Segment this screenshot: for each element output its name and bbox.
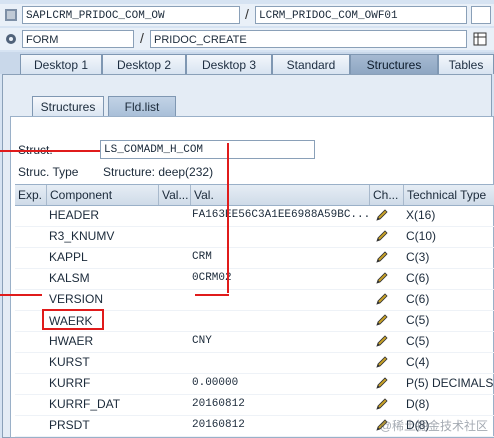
program-icon xyxy=(4,8,18,22)
struct-input[interactable]: LS_COMADM_H_COM xyxy=(100,140,315,159)
value-cell[interactable]: 20160812 xyxy=(192,415,368,436)
table-header: Exp. Component Val... Val. Ch... Technic… xyxy=(15,184,494,206)
table-row[interactable]: KALSM 0CRM02 C(6) xyxy=(15,268,494,290)
include-extra-field[interactable] xyxy=(471,6,491,24)
pencil-icon[interactable] xyxy=(375,376,389,390)
program-field[interactable]: SAPLCRM_PRIDOC_COM_OW xyxy=(22,6,240,24)
main-tabbar: Desktop 1 Desktop 2 Desktop 3 Standard S… xyxy=(0,52,494,74)
technical-type-cell: C(10) xyxy=(406,229,437,243)
component-cell[interactable]: KALSM xyxy=(49,268,157,289)
subtab-fld-list[interactable]: Fld.list xyxy=(108,96,176,116)
component-cell[interactable]: R3_KNUMV xyxy=(49,226,157,247)
pencil-icon[interactable] xyxy=(375,355,389,369)
subtab-structures[interactable]: Structures xyxy=(32,96,104,116)
tab-standard[interactable]: Standard xyxy=(272,54,350,74)
tab-desktop-1[interactable]: Desktop 1 xyxy=(20,54,102,74)
event-row: FORM / PRIDOC_CREATE xyxy=(0,28,494,50)
technical-type-cell: C(5) xyxy=(406,334,430,348)
pencil-icon[interactable] xyxy=(375,292,389,306)
struct-type-label: Struc. Type xyxy=(18,165,79,179)
table-row[interactable]: HEADER FA163EE56C3A1EE6988A59BC... X(16) xyxy=(15,205,494,227)
component-cell[interactable]: VERSION xyxy=(49,289,157,310)
component-cell[interactable]: HWAER xyxy=(49,331,157,352)
value-cell[interactable]: CRM xyxy=(192,247,368,268)
pencil-icon[interactable] xyxy=(375,397,389,411)
struct-type-value: Structure: deep(232) xyxy=(103,165,214,179)
pencil-icon[interactable] xyxy=(375,271,389,285)
gear-icon xyxy=(4,32,18,46)
event-type-field[interactable]: FORM xyxy=(22,30,134,48)
col-val[interactable]: Val. xyxy=(191,185,370,205)
value-cell[interactable]: 20160812 xyxy=(192,394,368,415)
technical-type-cell: D(8) xyxy=(406,397,430,411)
col-exp[interactable]: Exp. xyxy=(15,185,47,205)
table-row[interactable]: KAPPL CRM C(3) xyxy=(15,247,494,269)
table-row[interactable]: R3_KNUMV C(10) xyxy=(15,226,494,248)
pencil-icon[interactable] xyxy=(375,334,389,348)
component-cell[interactable]: KAPPL xyxy=(49,247,157,268)
col-technical-type[interactable]: Technical Type xyxy=(404,185,494,205)
value-cell[interactable]: FA163EE56C3A1EE6988A59BC... xyxy=(192,205,368,226)
technical-type-cell: C(6) xyxy=(406,292,430,306)
component-cell[interactable]: KURRF_DAT xyxy=(49,394,157,415)
technical-type-cell: C(4) xyxy=(406,355,430,369)
annotation-line-kalsm xyxy=(195,294,229,296)
table-row[interactable]: KURST C(4) xyxy=(15,352,494,374)
component-cell[interactable]: WAERK xyxy=(42,309,104,330)
pencil-icon[interactable] xyxy=(375,313,389,327)
value-cell[interactable] xyxy=(192,226,368,247)
component-cell[interactable]: KURRF xyxy=(49,373,157,394)
table-row[interactable]: VERSION C(6) xyxy=(15,289,494,311)
annotation-line-struct xyxy=(0,150,100,152)
annotation-line-vertical xyxy=(227,143,229,293)
pencil-icon[interactable] xyxy=(375,229,389,243)
technical-type-cell: C(6) xyxy=(406,271,430,285)
value-cell[interactable]: 0CRM02 xyxy=(192,268,368,289)
event-separator: / xyxy=(140,30,144,46)
col-change[interactable]: Ch... xyxy=(370,185,404,205)
table-row[interactable]: WAERK C(5) xyxy=(15,309,494,332)
include-field[interactable]: LCRM_PRIDOC_COM_OWF01 xyxy=(255,6,467,24)
pencil-icon[interactable] xyxy=(375,208,389,222)
value-cell[interactable] xyxy=(192,289,368,310)
annotation-line-version xyxy=(0,294,42,296)
program-separator: / xyxy=(245,6,249,22)
tab-structures[interactable]: Structures xyxy=(350,54,438,74)
technical-type-cell: C(3) xyxy=(406,250,430,264)
tab-desktop-2[interactable]: Desktop 2 xyxy=(102,54,186,74)
col-val-short[interactable]: Val... xyxy=(159,185,191,205)
component-cell[interactable]: HEADER xyxy=(49,205,157,226)
col-component[interactable]: Component xyxy=(47,185,159,205)
event-name-field[interactable]: PRIDOC_CREATE xyxy=(150,30,467,48)
tab-tables[interactable]: Tables xyxy=(438,54,494,74)
value-cell[interactable] xyxy=(192,352,368,373)
value-cell[interactable] xyxy=(192,310,368,331)
table-row[interactable]: HWAER CNY C(5) xyxy=(15,331,494,353)
program-row: SAPLCRM_PRIDOC_COM_OW / LCRM_PRIDOC_COM_… xyxy=(0,4,494,26)
technical-type-cell: X(16) xyxy=(406,208,436,222)
component-cell[interactable]: KURST xyxy=(49,352,157,373)
table-row[interactable]: KURRF_DAT 20160812 D(8) xyxy=(15,394,494,416)
technical-type-cell: C(5) xyxy=(406,313,430,327)
tab-desktop-3[interactable]: Desktop 3 xyxy=(186,54,272,74)
value-cell[interactable]: 0.00000 xyxy=(192,373,368,394)
watermark: @稀土掘金技术社区 xyxy=(379,419,488,433)
value-cell[interactable]: CNY xyxy=(192,331,368,352)
technical-type-cell: P(5) DECIMALS 5 xyxy=(406,376,494,390)
component-cell[interactable]: PRSDT xyxy=(49,415,157,436)
table-icon[interactable] xyxy=(473,32,487,46)
pencil-icon[interactable] xyxy=(375,250,389,264)
table-row[interactable]: KURRF 0.00000 P(5) DECIMALS 5 xyxy=(15,373,494,395)
